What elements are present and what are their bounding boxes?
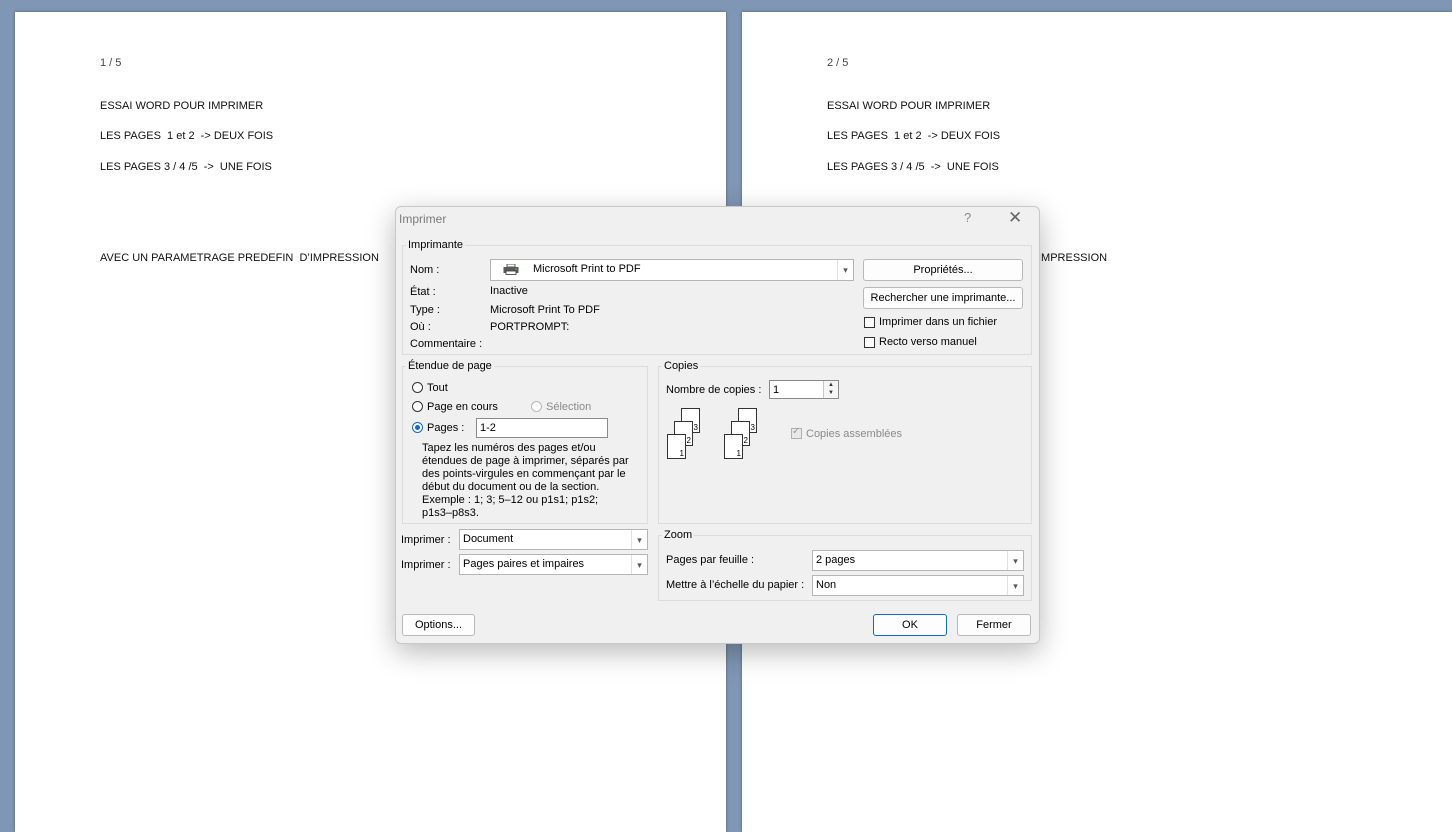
manual-duplex-checkbox[interactable] — [864, 337, 875, 348]
sheet-number: 1 — [679, 449, 684, 458]
page-number: 1 / 5 — [100, 57, 122, 69]
manual-duplex-label[interactable]: Recto verso manuel — [879, 336, 977, 348]
pages-help-text: Tapez les numéros des pages et/ou étendu… — [422, 442, 632, 520]
sheet-number: 3 — [750, 423, 755, 432]
collate-label: Copies assemblées — [806, 428, 902, 440]
dialog-titlebar[interactable]: Imprimer ? ✕ — [396, 207, 1039, 233]
current-page-label[interactable]: Page en cours — [427, 401, 498, 413]
options-button[interactable]: Options... — [402, 614, 475, 636]
all-pages-label[interactable]: Tout — [427, 382, 448, 394]
printer-name-select[interactable]: Microsoft Print to PDF ▾ — [490, 259, 854, 281]
document-line: AVEC UN PARAMETRAGE PREDEFIN D’IMPRESSIO… — [100, 252, 379, 264]
printer-name-value: Microsoft Print to PDF — [533, 263, 641, 275]
help-icon[interactable]: ? — [964, 210, 971, 225]
chevron-down-icon: ▾ — [837, 260, 853, 280]
print-what-select[interactable]: Document ▾ — [459, 529, 648, 550]
chevron-down-icon: ▾ — [1007, 576, 1023, 595]
selection-radio[interactable] — [531, 401, 542, 412]
current-page-radio[interactable] — [412, 401, 423, 412]
scale-value: Non — [816, 579, 837, 591]
where-value: PORTPROMPT: — [490, 321, 570, 333]
pages-input-value: 1-2 — [480, 422, 496, 434]
type-value: Microsoft Print To PDF — [490, 304, 600, 316]
document-line: LES PAGES 3 / 4 /5 -> UNE FOIS — [100, 161, 272, 173]
print-to-file-label[interactable]: Imprimer dans un fichier — [879, 316, 997, 328]
group-label: Imprimante — [406, 239, 466, 251]
scale-label: Mettre à l’échelle du papier : — [666, 579, 805, 591]
chevron-down-icon: ▾ — [631, 555, 647, 574]
print-pages-label: Imprimer : — [401, 559, 451, 571]
pages-input[interactable]: 1-2 — [476, 418, 608, 438]
close-button[interactable]: Fermer — [957, 614, 1031, 636]
pages-per-sheet-select[interactable]: 2 pages ▾ — [812, 550, 1024, 571]
pages-radio[interactable] — [412, 422, 423, 433]
sheet-number: 3 — [693, 423, 698, 432]
selection-label: Sélection — [546, 401, 592, 413]
sheet-icon: 1 — [667, 434, 686, 459]
ok-button[interactable]: OK — [873, 614, 947, 636]
pages-per-sheet-value: 2 pages — [816, 554, 856, 566]
dialog-title: Imprimer — [399, 212, 447, 226]
document-line: LES PAGES 1 et 2 -> DEUX FOIS — [100, 130, 274, 142]
printer-group: Imprimante Nom : Microsoft Print to PDF … — [402, 239, 1032, 355]
printer-name-label: Nom : — [410, 264, 440, 276]
copies-group: Copies Nombre de copies : 1 ▲ ▼ 3 2 1 3 … — [658, 360, 1032, 524]
where-label: Où : — [410, 321, 431, 333]
page-number: 2 / 5 — [827, 57, 849, 69]
help-line: étendues de page à imprimer, séparés par — [422, 455, 629, 467]
print-what-label: Imprimer : — [401, 534, 451, 546]
document-line: IMPRESSION — [1038, 252, 1108, 264]
sheet-number: 2 — [686, 436, 691, 445]
print-pages-select[interactable]: Pages paires et impaires ▾ — [459, 554, 648, 575]
print-what-value: Document — [463, 533, 514, 545]
print-dialog: Imprimer ? ✕ Imprimante Nom : Microsoft … — [395, 206, 1040, 644]
find-printer-button[interactable]: Rechercher une imprimante... — [863, 287, 1023, 309]
zoom-group: Zoom Pages par feuille : 2 pages ▾ Mettr… — [658, 529, 1032, 601]
help-line: des points-virgules en commençant par le — [422, 468, 626, 480]
type-label: Type : — [410, 304, 440, 316]
chevron-down-icon: ▾ — [631, 530, 647, 549]
chevron-down-icon: ▾ — [1007, 551, 1023, 570]
close-icon[interactable]: ✕ — [1008, 208, 1022, 228]
sheet-icon: 1 — [724, 434, 743, 459]
print-to-file-checkbox[interactable] — [864, 317, 875, 328]
status-value: Inactive — [490, 285, 528, 297]
document-line: LES PAGES 1 et 2 -> DEUX FOIS — [827, 130, 1001, 142]
spin-down-icon[interactable]: ▼ — [823, 389, 838, 398]
pages-per-sheet-label: Pages par feuille : — [666, 554, 755, 566]
help-line: Tapez les numéros des pages et/ou — [422, 442, 596, 454]
help-line: Exemple : 1; 3; 5–12 ou p1s1; p1s2; — [422, 494, 599, 506]
help-line: début du document ou de la section. — [422, 481, 600, 493]
help-line: p1s3–p8s3. — [422, 507, 479, 519]
printer-icon — [503, 264, 519, 275]
sheet-number: 2 — [743, 436, 748, 445]
status-label: État : — [410, 286, 436, 298]
scale-select[interactable]: Non ▾ — [812, 575, 1024, 596]
document-line: LES PAGES 3 / 4 /5 -> UNE FOIS — [827, 161, 999, 173]
copies-count-label: Nombre de copies : — [666, 384, 762, 396]
group-label: Zoom — [662, 529, 695, 541]
comment-label: Commentaire : — [410, 338, 483, 350]
pages-label[interactable]: Pages : — [427, 422, 464, 434]
print-pages-value: Pages paires et impaires — [463, 558, 585, 570]
copies-count-stepper[interactable]: 1 ▲ ▼ — [769, 380, 839, 399]
collate-checkbox[interactable] — [791, 426, 802, 439]
document-line: ESSAI WORD POUR IMPRIMER — [827, 100, 991, 112]
sheet-number: 1 — [736, 449, 741, 458]
group-label: Étendue de page — [406, 360, 494, 372]
group-label: Copies — [662, 360, 701, 372]
all-pages-radio[interactable] — [412, 382, 423, 393]
properties-button[interactable]: Propriétés... — [863, 259, 1023, 281]
copies-count-value: 1 — [773, 384, 780, 396]
document-line: ESSAI WORD POUR IMPRIMER — [100, 100, 264, 112]
